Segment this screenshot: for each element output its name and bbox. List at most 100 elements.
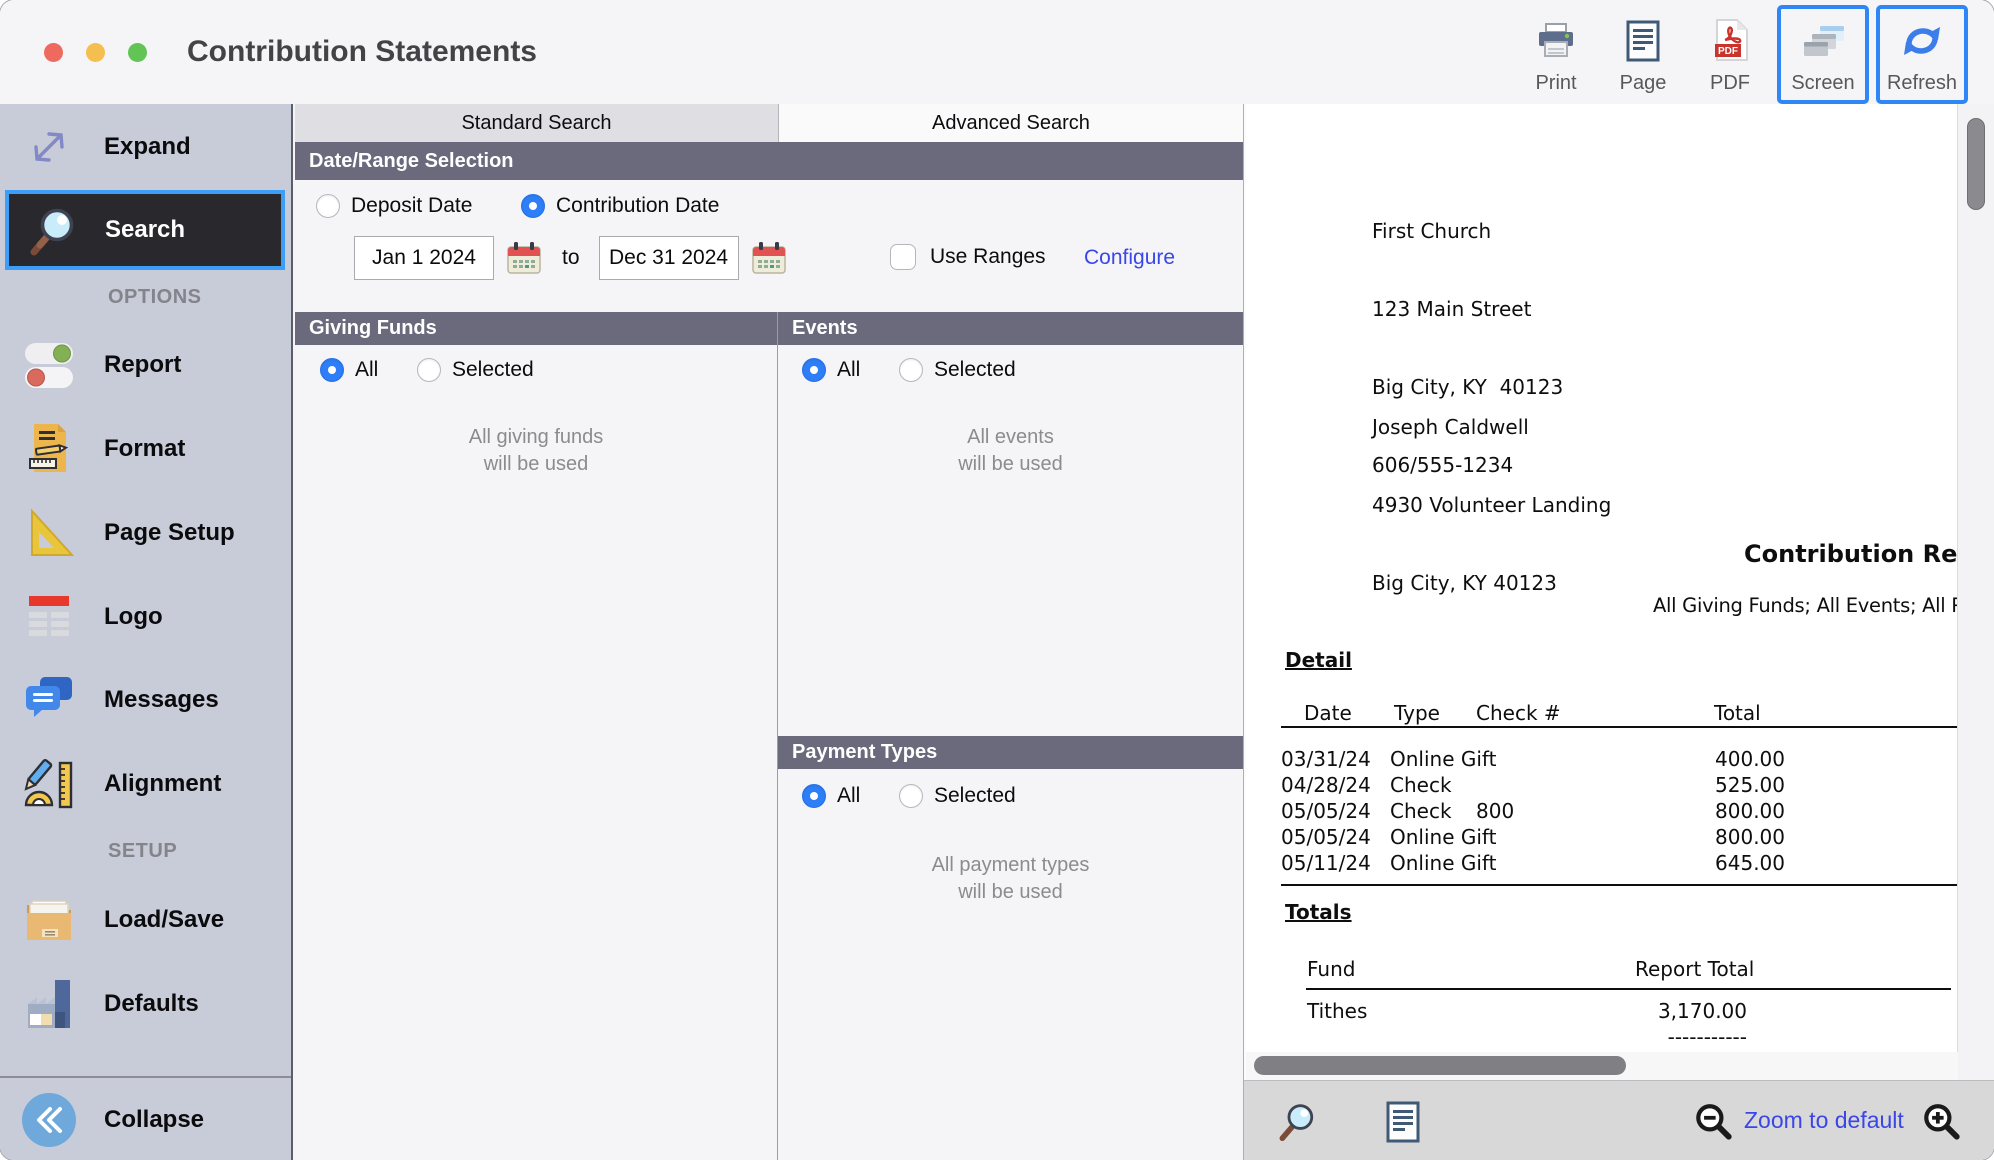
tab-standard-search[interactable]: Standard Search bbox=[295, 104, 779, 142]
sidebar-item-format[interactable]: Format bbox=[0, 417, 291, 481]
giving-funds-all-label[interactable]: All bbox=[355, 358, 378, 382]
pdf-label: PDF bbox=[1710, 72, 1750, 95]
deposit-date-radio[interactable] bbox=[316, 194, 340, 218]
use-ranges-option[interactable]: Use Ranges bbox=[890, 244, 1046, 270]
deposit-date-option[interactable]: Deposit Date bbox=[316, 194, 472, 218]
page-icon bbox=[1626, 20, 1660, 67]
sidebar-item-logo[interactable]: Logo bbox=[0, 585, 291, 649]
payment-types-selected-radio[interactable] bbox=[899, 784, 923, 808]
sidebar-item-load-save[interactable]: Load/Save bbox=[0, 888, 291, 952]
toggles-icon bbox=[20, 336, 78, 394]
configure-link[interactable]: Configure bbox=[1084, 246, 1175, 270]
zoom-in-icon bbox=[1920, 1131, 1962, 1146]
close-button[interactable] bbox=[44, 43, 63, 62]
giving-funds-selected-radio[interactable] bbox=[417, 358, 441, 382]
sidebar-item-label: Defaults bbox=[104, 990, 199, 1018]
sidebar-item-expand[interactable]: Expand bbox=[0, 115, 291, 179]
report-page: First Church 123 Main Street Big City, K… bbox=[1246, 104, 1958, 1052]
report-title: Contribution Report bbox=[1744, 540, 1958, 568]
sidebar: Expand Search OPTIONS Report Format Page… bbox=[0, 104, 293, 1160]
payment-types-all-option[interactable]: All bbox=[802, 784, 860, 808]
events-header: Events bbox=[778, 312, 1243, 345]
zoom-to-default-link[interactable]: Zoom to default bbox=[1744, 1107, 1904, 1134]
page-button[interactable]: Page bbox=[1603, 5, 1683, 104]
contribution-date-option[interactable]: Contribution Date bbox=[521, 194, 719, 218]
to-label: to bbox=[562, 246, 580, 270]
preview-bottom-bar: Zoom to default bbox=[1244, 1080, 1994, 1160]
magnifier-icon bbox=[1276, 1131, 1320, 1146]
minimize-button[interactable] bbox=[86, 43, 105, 62]
preview-page-button[interactable] bbox=[1386, 1101, 1420, 1143]
format-doc-icon bbox=[20, 420, 78, 478]
tab-advanced-search[interactable]: Advanced Search bbox=[779, 104, 1243, 142]
sidebar-item-page-setup[interactable]: Page Setup bbox=[0, 501, 291, 565]
sidebar-item-messages[interactable]: Messages bbox=[0, 668, 291, 732]
start-date-calendar-button[interactable] bbox=[505, 239, 543, 277]
events-all-option[interactable]: All bbox=[802, 358, 860, 382]
payment-types-all-label[interactable]: All bbox=[837, 784, 860, 808]
screen-label: Screen bbox=[1791, 72, 1854, 95]
horizontal-scrollbar-thumb[interactable] bbox=[1254, 1056, 1626, 1075]
start-date-input[interactable] bbox=[354, 236, 494, 280]
deposit-date-label[interactable]: Deposit Date bbox=[351, 194, 472, 218]
events-all-radio[interactable] bbox=[802, 358, 826, 382]
col-fund: Fund bbox=[1307, 956, 1355, 982]
events-selected-label[interactable]: Selected bbox=[934, 358, 1016, 382]
contribution-date-radio[interactable] bbox=[521, 194, 545, 218]
column-divider bbox=[777, 312, 778, 1160]
end-date-calendar-button[interactable] bbox=[750, 239, 788, 277]
sidebar-divider bbox=[0, 1076, 291, 1078]
giving-funds-note: All giving funds will be used bbox=[295, 424, 777, 478]
end-date-input[interactable] bbox=[599, 236, 739, 280]
vertical-scrollbar-thumb[interactable] bbox=[1967, 118, 1985, 210]
screen-button[interactable]: Screen bbox=[1777, 5, 1869, 104]
pdf-button[interactable]: PDF PDF bbox=[1690, 5, 1770, 104]
search-panel: Standard Search Advanced Search Date/Ran… bbox=[295, 104, 1243, 1160]
print-button[interactable]: Print bbox=[1516, 5, 1596, 104]
folder-icon bbox=[20, 891, 78, 949]
sidebar-item-label: Report bbox=[104, 351, 181, 379]
sidebar-item-alignment[interactable]: Alignment bbox=[0, 752, 291, 816]
payment-types-selected-option[interactable]: Selected bbox=[899, 784, 1016, 808]
building-bars-icon bbox=[20, 975, 78, 1033]
giving-funds-all-option[interactable]: All bbox=[320, 358, 378, 382]
printer-icon bbox=[1534, 22, 1578, 67]
giving-funds-selected-option[interactable]: Selected bbox=[417, 358, 534, 382]
sidebar-item-label: Expand bbox=[104, 133, 191, 161]
sidebar-item-report[interactable]: Report bbox=[0, 333, 291, 397]
refresh-button[interactable]: Refresh bbox=[1876, 5, 1968, 104]
giving-funds-selected-label[interactable]: Selected bbox=[452, 358, 534, 382]
zoom-in-button[interactable] bbox=[1920, 1101, 1962, 1143]
window-title: Contribution Statements bbox=[187, 0, 537, 104]
zoom-out-button[interactable] bbox=[1692, 1101, 1734, 1143]
date-range-header: Date/Range Selection bbox=[295, 142, 1243, 180]
sidebar-item-label: Logo bbox=[104, 603, 163, 631]
vertical-scrollbar[interactable] bbox=[1957, 104, 1994, 1080]
svg-text:PDF: PDF bbox=[1718, 46, 1738, 57]
sidebar-item-collapse[interactable]: Collapse bbox=[0, 1088, 291, 1152]
sidebar-section-options: OPTIONS bbox=[108, 286, 202, 309]
traffic-lights bbox=[44, 43, 147, 62]
payment-types-all-radio[interactable] bbox=[802, 784, 826, 808]
maximize-button[interactable] bbox=[128, 43, 147, 62]
preview-search-button[interactable] bbox=[1276, 1099, 1320, 1143]
events-selected-option[interactable]: Selected bbox=[899, 358, 1016, 382]
sidebar-section-setup: SETUP bbox=[108, 840, 177, 863]
contribution-date-label[interactable]: Contribution Date bbox=[556, 194, 719, 218]
events-selected-radio[interactable] bbox=[899, 358, 923, 382]
sidebar-item-search[interactable]: Search bbox=[5, 190, 285, 270]
title-bar: Contribution Statements Print Page PDF P… bbox=[0, 0, 1994, 104]
sidebar-item-label: Load/Save bbox=[104, 906, 224, 934]
use-ranges-checkbox[interactable] bbox=[890, 244, 916, 270]
payment-types-selected-label[interactable]: Selected bbox=[934, 784, 1016, 808]
refresh-label: Refresh bbox=[1887, 72, 1957, 95]
payment-types-header: Payment Types bbox=[778, 736, 1243, 769]
sidebar-item-defaults[interactable]: Defaults bbox=[0, 972, 291, 1036]
horizontal-scrollbar[interactable] bbox=[1246, 1052, 1958, 1080]
events-all-label[interactable]: All bbox=[837, 358, 860, 382]
logo-blocks-icon bbox=[20, 588, 78, 646]
totals-header-rule bbox=[1306, 988, 1951, 990]
app-window: Contribution Statements Print Page PDF P… bbox=[0, 0, 1994, 1160]
use-ranges-label[interactable]: Use Ranges bbox=[930, 245, 1046, 269]
giving-funds-all-radio[interactable] bbox=[320, 358, 344, 382]
